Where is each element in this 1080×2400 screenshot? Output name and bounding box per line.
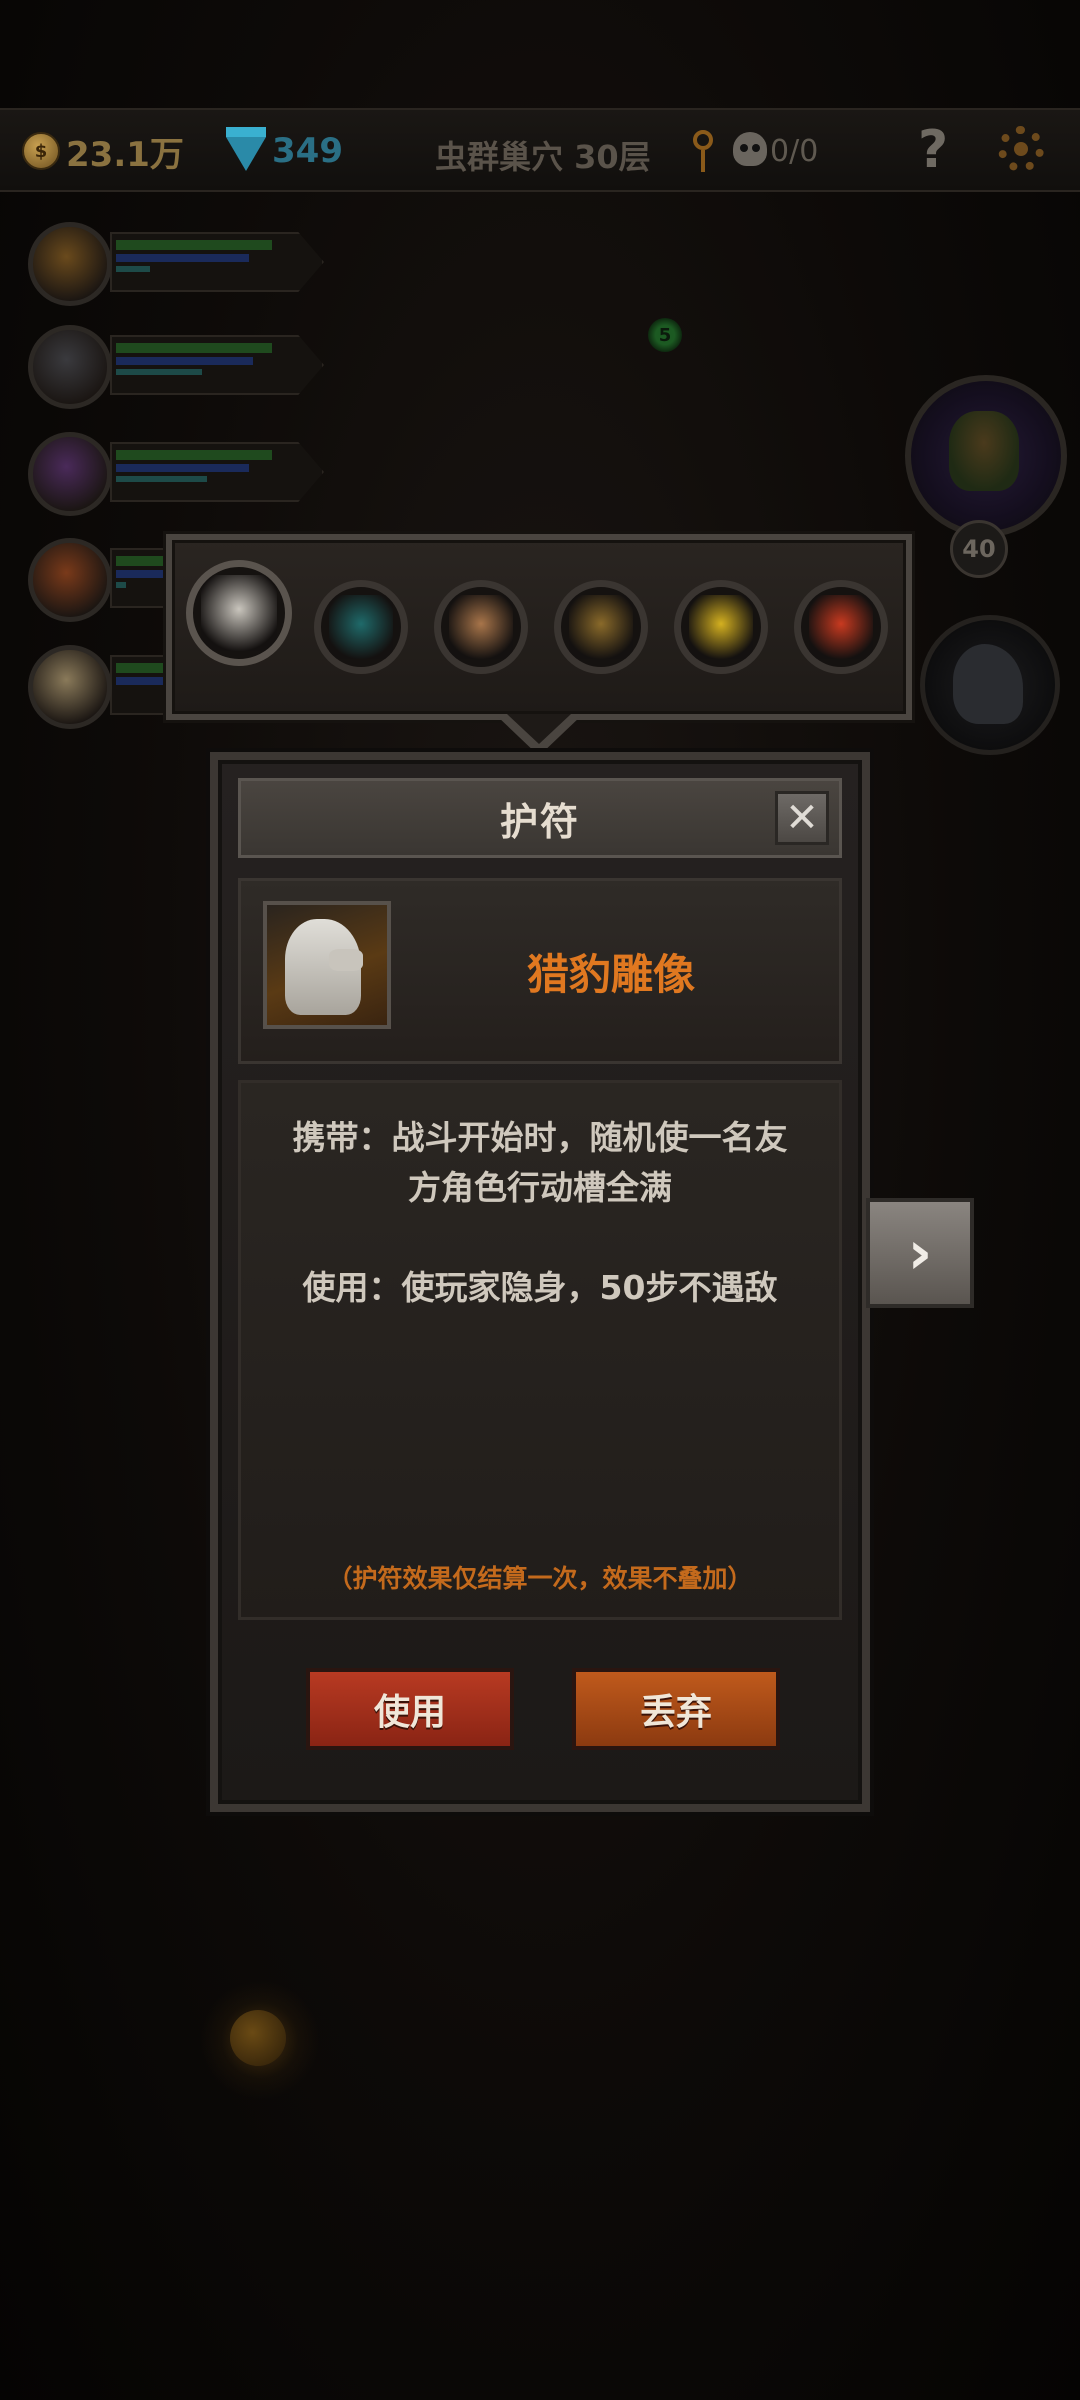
party-member[interactable] (28, 222, 328, 312)
game-screen: $ 23.1万 349 虫群巢穴 30层 0/0 ? 5 40 护符 ✕ 猎豹雕… (0, 0, 1080, 2400)
amulet-slot[interactable] (554, 580, 648, 674)
amulet-slot[interactable] (674, 580, 768, 674)
chili-pepper-icon (809, 595, 873, 659)
hp-bar (116, 240, 272, 250)
hp-bar (116, 450, 272, 460)
enemy-level-badge: 40 (950, 520, 1008, 578)
gold-coin-icon: $ (22, 132, 60, 170)
map-marker: 5 (648, 318, 682, 352)
mp-bar (116, 254, 249, 262)
mp-bar (116, 464, 249, 472)
enemy-portrait[interactable] (905, 375, 1067, 537)
carry-effect-line-2: 方角色行动槽全满 (408, 1168, 672, 1207)
golden-feather-icon (689, 595, 753, 659)
close-button[interactable]: ✕ (775, 791, 829, 845)
amulet-slot[interactable] (314, 580, 408, 674)
gem-amount: 349 (272, 131, 343, 171)
amulet-slot[interactable] (794, 580, 888, 674)
skull-icon (733, 132, 767, 166)
amulet-slot[interactable] (186, 560, 292, 666)
party-member[interactable] (28, 432, 328, 522)
party-member[interactable] (28, 325, 328, 415)
hero-portrait (28, 325, 112, 409)
kill-counter: 0/0 (770, 134, 819, 169)
action-gauge-bar (116, 369, 202, 375)
use-effect-line: 使用：使玩家隐身，50步不遇敌 (302, 1268, 778, 1307)
panel-header: 护符 ✕ (238, 778, 842, 858)
key-icon (693, 130, 715, 172)
gem-display: 349 (226, 127, 343, 174)
fairy-enemy-icon (949, 411, 1019, 491)
amulet-slot[interactable] (434, 580, 528, 674)
carry-effect-line-1: 携带：战斗开始时，随机使一名友 (292, 1118, 788, 1157)
hero-portrait (28, 538, 112, 622)
gear-icon[interactable] (998, 126, 1044, 172)
top-status-bar: $ 23.1万 349 虫群巢穴 30层 0/0 ? (0, 108, 1080, 192)
discard-button[interactable]: 丢弃 (572, 1668, 780, 1750)
panel-title: 护符 (499, 799, 580, 844)
action-gauge-bar (116, 266, 151, 272)
gold-amount: 23.1万 (66, 134, 184, 175)
panther-statue-icon (263, 901, 391, 1029)
item-summary: 猎豹雕像 (238, 878, 842, 1064)
treasure-glow (200, 1980, 320, 2100)
stacking-note: （护符效果仅结算一次，效果不叠加） (327, 1564, 753, 1593)
bell-icon (569, 595, 633, 659)
amulet-detail-panel: 护符 ✕ 猎豹雕像 携带：战斗开始时，随机使一名友 方角色行动槽全满 使用：使玩… (210, 752, 870, 1812)
panther-statue-icon (201, 575, 277, 651)
gold-display: $ 23.1万 (22, 128, 184, 175)
coffin-icon (449, 595, 513, 659)
dungeon-floor-name: 虫群巢穴 30层 (435, 138, 651, 176)
action-gauge-bar (116, 476, 208, 482)
diamond-icon (226, 127, 266, 171)
mp-bar (116, 357, 253, 365)
flute-icon (329, 595, 393, 659)
action-gauge-bar (116, 582, 126, 588)
help-icon[interactable]: ? (918, 120, 948, 180)
raven-icon (953, 644, 1023, 724)
use-button[interactable]: 使用 (306, 1668, 514, 1750)
item-name: 猎豹雕像 (526, 949, 695, 999)
hp-bar (116, 343, 272, 353)
hero-portrait (28, 645, 112, 729)
hero-portrait (28, 222, 112, 306)
selection-pointer (497, 714, 581, 756)
raven-portrait[interactable] (920, 615, 1060, 755)
hero-portrait (28, 432, 112, 516)
item-description: 携带：战斗开始时，随机使一名友 方角色行动槽全满 使用：使玩家隐身，50步不遇敌… (238, 1080, 842, 1620)
next-amulet-button[interactable]: › (866, 1198, 974, 1308)
